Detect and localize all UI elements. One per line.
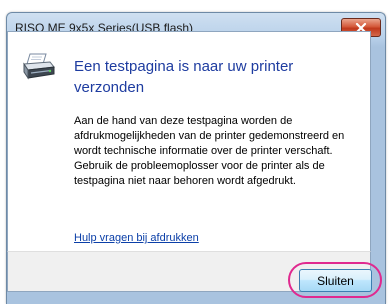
close-button[interactable]: Sluiten: [299, 269, 372, 292]
dialog-heading: Een testpagina is naar uw printer verzon…: [74, 58, 294, 96]
test-page-dialog: RISO ME 9x5x Series(USB flash) Een testp…: [0, 0, 392, 304]
dialog-description: Aan de hand van deze testpagina worden d…: [74, 115, 345, 187]
printer-icon: [23, 53, 55, 80]
help-link[interactable]: Hulp vragen bij afdrukken: [74, 232, 199, 244]
